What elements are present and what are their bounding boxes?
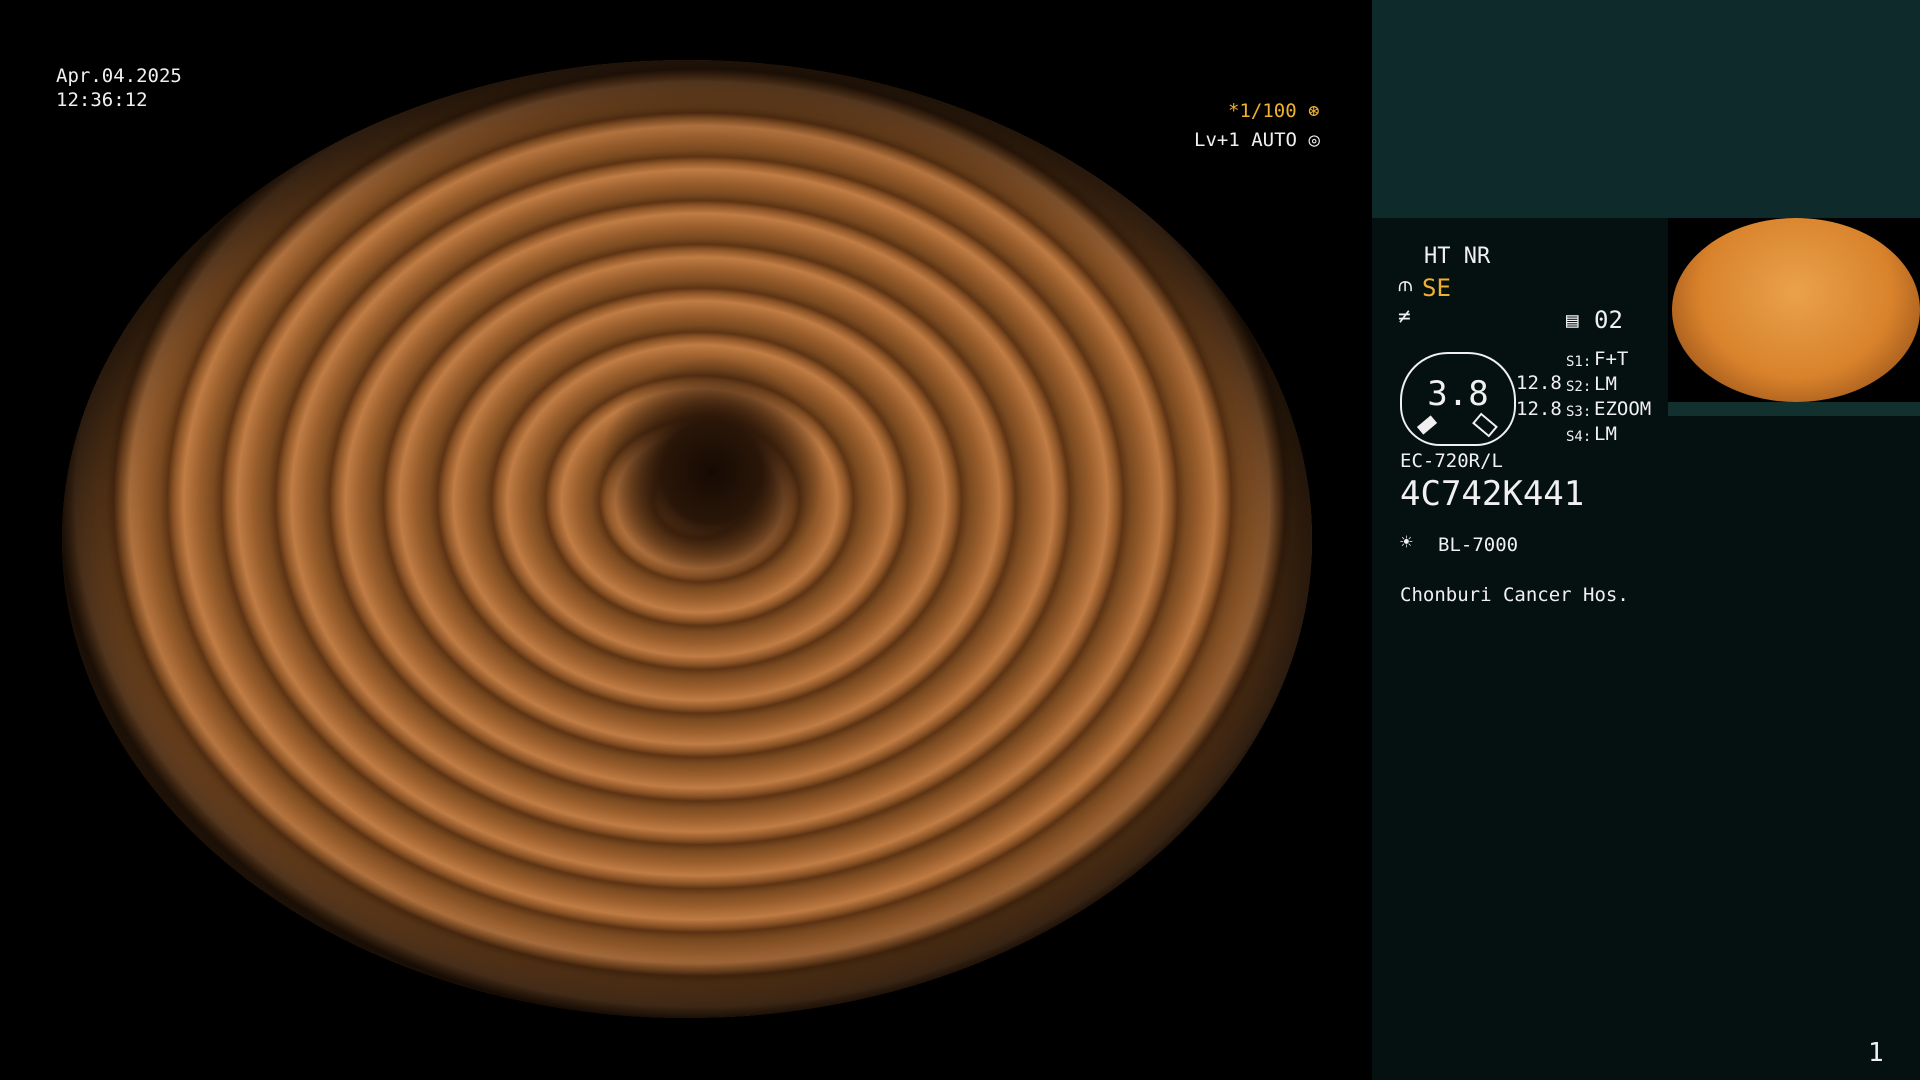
switch-1-value: F+T bbox=[1594, 348, 1629, 370]
level-line: Lv+1 AUTO ◎ bbox=[1194, 128, 1320, 152]
scope-vignette bbox=[62, 60, 1312, 1018]
freeze-icon: ≠ bbox=[1398, 304, 1411, 328]
endoscope-view: Apr.04.2025 12:36:12 *1/100 ⊛ Lv+1 AUTO … bbox=[0, 0, 1372, 1080]
auto-icon: ◎ bbox=[1308, 129, 1320, 151]
switch-4-value: LM bbox=[1594, 423, 1617, 445]
enhance-label: SE bbox=[1422, 274, 1451, 302]
switch-3-label: S3: bbox=[1566, 404, 1592, 420]
thumbnail-bar bbox=[1668, 402, 1920, 416]
level-label: Lv+1 bbox=[1194, 129, 1240, 151]
switch-3-value: EZOOM bbox=[1594, 398, 1652, 420]
light-source: BL-7000 bbox=[1438, 534, 1519, 556]
gauge: 3.8 bbox=[1400, 352, 1516, 446]
side-panel-top bbox=[1372, 0, 1920, 218]
gauge-side-top: 12.8 bbox=[1516, 372, 1562, 394]
light-icon: ☀ bbox=[1400, 530, 1413, 554]
switch-4-label: S4: bbox=[1566, 429, 1592, 445]
aperture-icon: ⊛ bbox=[1308, 100, 1320, 122]
gauge-side-bottom: 12.8 bbox=[1516, 398, 1562, 420]
thumbnail-preview[interactable] bbox=[1668, 218, 1920, 416]
shutter-label: *1/100 bbox=[1228, 100, 1297, 122]
date-label: Apr.04.2025 bbox=[56, 65, 182, 87]
hospital-name: Chonburi Cancer Hos. bbox=[1400, 584, 1629, 606]
switch-1-label: S1: bbox=[1566, 354, 1592, 370]
shutter-line: *1/100 ⊛ bbox=[1228, 99, 1320, 123]
gauge-left-marker bbox=[1416, 415, 1438, 435]
memory-icon: ▤ bbox=[1566, 308, 1579, 332]
scope-serial: 4C742K441 bbox=[1400, 474, 1585, 514]
gauge-right-marker bbox=[1472, 412, 1498, 438]
switch-2-label: S2: bbox=[1566, 379, 1592, 395]
crop-top bbox=[0, 0, 1372, 60]
switch-2-value: LM bbox=[1594, 373, 1617, 395]
memory-label: 02 bbox=[1594, 306, 1623, 334]
structure-enhance-icon: ⫙ bbox=[1398, 272, 1413, 296]
ht-nr-label: HT NR bbox=[1424, 244, 1491, 269]
crop-bottom bbox=[0, 1018, 1372, 1080]
page-number: 1 bbox=[1868, 1038, 1884, 1068]
mode-label: AUTO bbox=[1251, 129, 1297, 151]
time-label: 12:36:12 bbox=[56, 89, 148, 111]
thumbnail-image bbox=[1672, 218, 1920, 402]
scope-model: EC-720R/L bbox=[1400, 450, 1503, 472]
gauge-value: 3.8 bbox=[1427, 374, 1489, 414]
